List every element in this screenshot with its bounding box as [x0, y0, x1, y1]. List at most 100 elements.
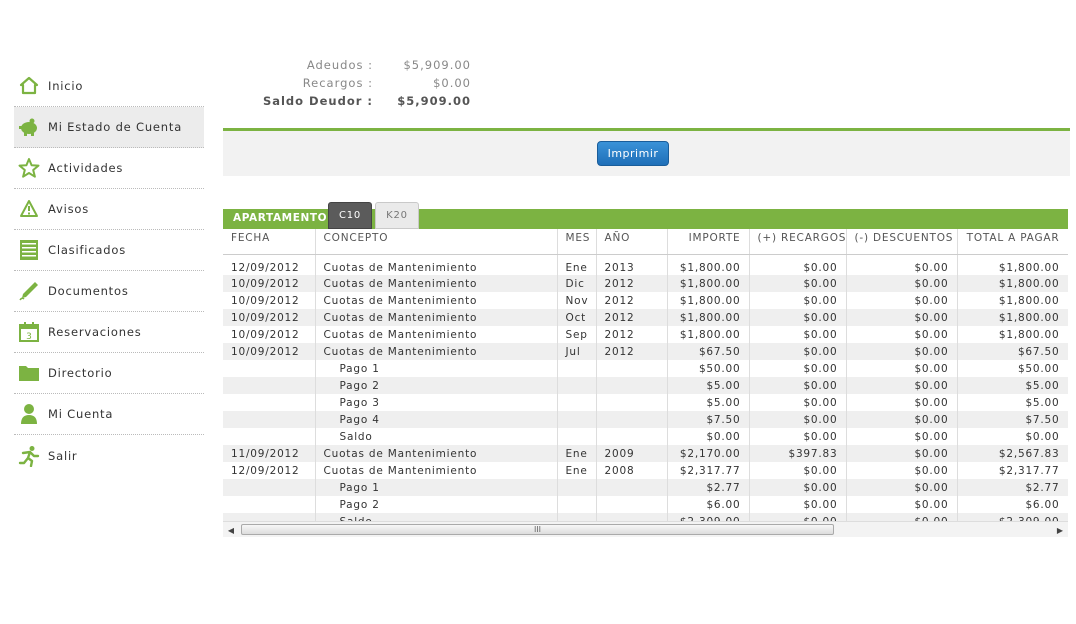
- sidebar-item-mi-cuenta[interactable]: Mi Cuenta: [14, 394, 204, 435]
- table-cell: $0.00: [749, 394, 847, 411]
- table-cell: $1,800.00: [667, 275, 750, 292]
- table-cell: 11/09/2012: [223, 445, 316, 462]
- table-cell: Cuotas de Mantenimiento: [315, 275, 558, 292]
- table-cell: [596, 513, 668, 521]
- tab-k20[interactable]: K20: [375, 202, 419, 229]
- table-cell: Pago 2: [315, 496, 558, 513]
- table-row: 10/09/2012 Cuotas de Mantenimiento Oct 2012…: [223, 309, 1068, 326]
- table-cell: $0.00: [846, 428, 958, 445]
- table-row: Pago 1 $50.00 $0.00 $0.00 $50.00: [223, 360, 1068, 377]
- horizontal-scrollbar[interactable]: ◀ III ▶: [223, 521, 1068, 537]
- table-cell: $0.00: [749, 411, 847, 428]
- table-cell: 12/09/2012: [223, 462, 316, 479]
- table-cell: [223, 428, 316, 445]
- sidebar-item-label: Documentos: [48, 284, 129, 298]
- saldo-label: Saldo Deudor :: [262, 94, 373, 108]
- table-cell: Saldo: [315, 513, 558, 521]
- table-cell: [223, 411, 316, 428]
- table-cell: [596, 360, 668, 377]
- statement-table-container: FECHA CONCEPTO MES AÑO IMPORTE (+) RECAR…: [223, 229, 1068, 521]
- table-cell: Jul: [557, 343, 597, 360]
- tab-c10[interactable]: C10: [328, 202, 372, 229]
- table-cell: $0.00: [749, 496, 847, 513]
- pencil-icon: [18, 280, 40, 302]
- table-cell: 10/09/2012: [223, 343, 316, 360]
- scrollbar-grip: III: [533, 525, 542, 534]
- table-cell: Cuotas de Mantenimiento: [315, 254, 558, 275]
- table-cell: $0.00: [749, 360, 847, 377]
- table-cell: $0.00: [749, 326, 847, 343]
- table-cell: Cuotas de Mantenimiento: [315, 343, 558, 360]
- sidebar-item-label: Clasificados: [48, 243, 126, 257]
- sidebar-item-label: Reservaciones: [48, 325, 142, 339]
- table-cell: [223, 479, 316, 496]
- sidebar-item-salir[interactable]: Salir: [14, 435, 204, 476]
- table-cell: $0.00: [749, 309, 847, 326]
- sidebar-item-actividades[interactable]: Actividades: [14, 148, 204, 189]
- table-cell: $67.50: [957, 343, 1068, 360]
- table-cell: [596, 479, 668, 496]
- table-cell: Dic: [557, 275, 597, 292]
- table-cell: $2,309.00: [957, 513, 1068, 521]
- table-cell: $6.00: [957, 496, 1068, 513]
- table-cell: 10/09/2012: [223, 326, 316, 343]
- table-cell: Sep: [557, 326, 597, 343]
- scroll-left-arrow-icon[interactable]: ◀: [223, 522, 239, 538]
- recargos-row: Recargos : $0.00: [240, 74, 471, 92]
- table-row: 10/09/2012 Cuotas de Mantenimiento Jul 2012…: [223, 343, 1068, 360]
- table-cell: Saldo: [315, 428, 558, 445]
- recargos-value: $0.00: [433, 76, 471, 90]
- scrollbar-thumb[interactable]: III: [241, 524, 834, 535]
- table-cell: $0.00: [846, 513, 958, 521]
- table-cell: [557, 394, 597, 411]
- table-cell: $5.00: [957, 377, 1068, 394]
- sidebar-item-inicio[interactable]: Inicio: [14, 66, 204, 107]
- table-cell: $0.00: [749, 479, 847, 496]
- table-row: 12/09/2012 Cuotas de Mantenimiento Ene 2008…: [223, 462, 1068, 479]
- sidebar-item-clasificados[interactable]: Clasificados: [14, 230, 204, 271]
- table-cell: $0.00: [846, 309, 958, 326]
- column-header-ano[interactable]: AÑO: [596, 229, 668, 255]
- table-row: 12/09/2012 Cuotas de Mantenimiento Ene 2013…: [223, 254, 1068, 275]
- table-cell: $2,567.83: [957, 445, 1068, 462]
- column-header-total[interactable]: TOTAL A PAGAR: [957, 229, 1068, 255]
- table-cell: Oct: [557, 309, 597, 326]
- scroll-right-arrow-icon[interactable]: ▶: [1052, 522, 1068, 538]
- sidebar-item-avisos[interactable]: Avisos: [14, 189, 204, 230]
- table-cell: $0.00: [846, 496, 958, 513]
- column-header-importe[interactable]: IMPORTE: [667, 229, 750, 255]
- table-cell: $50.00: [957, 360, 1068, 377]
- adeudos-value: $5,909.00: [403, 58, 471, 72]
- sidebar-item-documentos[interactable]: Documentos: [14, 271, 204, 312]
- sidebar-item-estado-cuenta[interactable]: Mi Estado de Cuenta: [14, 107, 204, 148]
- table-cell: $0.00: [667, 428, 750, 445]
- table-cell: $67.50: [667, 343, 750, 360]
- column-header-fecha[interactable]: FECHA: [223, 229, 316, 255]
- table-cell: 2013: [596, 254, 668, 275]
- column-header-mes[interactable]: MES: [557, 229, 597, 255]
- column-header-concepto[interactable]: CONCEPTO: [315, 229, 558, 255]
- sidebar-item-label: Actividades: [48, 161, 124, 175]
- table-cell: $0.00: [749, 292, 847, 309]
- print-button[interactable]: Imprimir: [597, 141, 669, 166]
- table-cell: [557, 479, 597, 496]
- sidebar-item-reservaciones[interactable]: 3 Reservaciones: [14, 312, 204, 353]
- adeudos-label: Adeudos :: [306, 58, 373, 72]
- column-header-recargos[interactable]: (+) RECARGOS: [749, 229, 847, 255]
- table-cell: 2012: [596, 343, 668, 360]
- table-cell: Cuotas de Mantenimiento: [315, 326, 558, 343]
- table-row: Pago 2 $5.00 $0.00 $0.00 $5.00: [223, 377, 1068, 394]
- table-cell: 12/09/2012: [223, 254, 316, 275]
- table-cell: $2.77: [667, 479, 750, 496]
- sidebar-item-label: Mi Cuenta: [48, 407, 114, 421]
- sidebar-item-label: Avisos: [48, 202, 90, 216]
- table-cell: $0.00: [846, 326, 958, 343]
- sidebar-item-directorio[interactable]: Directorio: [14, 353, 204, 394]
- table-cell: $2,317.77: [667, 462, 750, 479]
- table-cell: Cuotas de Mantenimiento: [315, 292, 558, 309]
- sidebar-item-label: Directorio: [48, 366, 113, 380]
- column-header-descuentos[interactable]: (-) DESCUENTOS: [846, 229, 958, 255]
- folder-icon: [18, 362, 40, 384]
- table-cell: Pago 4: [315, 411, 558, 428]
- table-cell: $0.00: [749, 377, 847, 394]
